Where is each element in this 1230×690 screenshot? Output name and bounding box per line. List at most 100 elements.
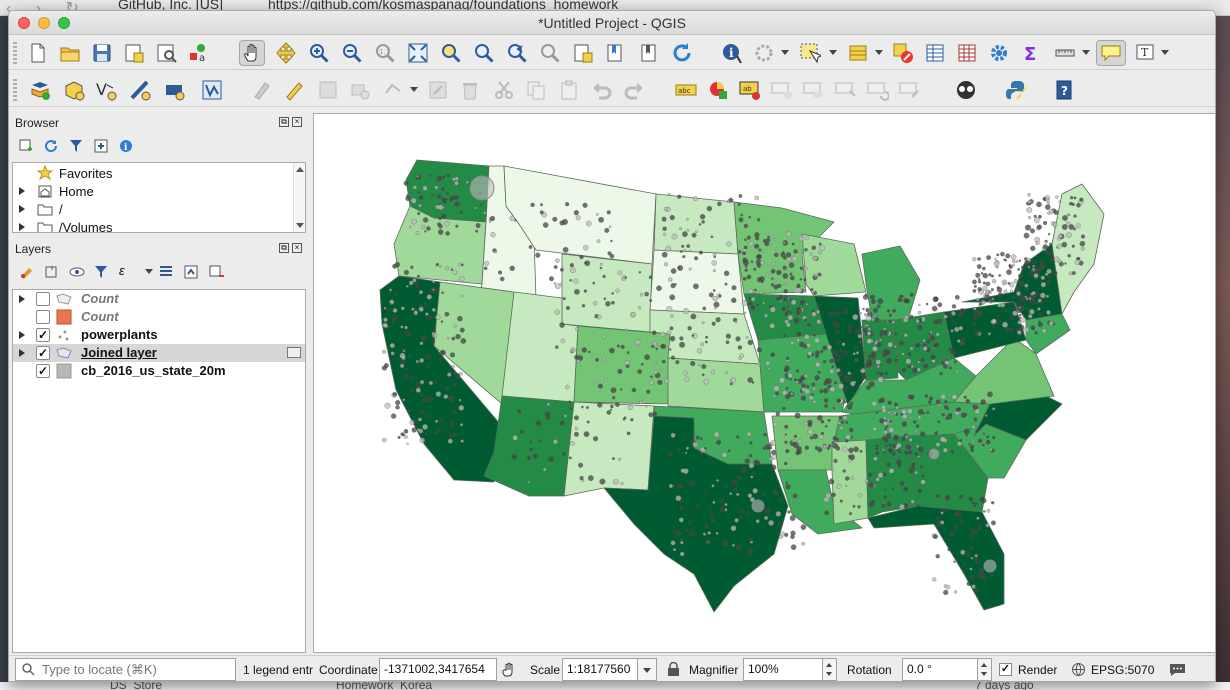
layer-row-count-group[interactable]: Count	[13, 290, 305, 308]
close-panel-icon[interactable]: ×	[292, 117, 302, 127]
browser-item-favorites[interactable]: Favorites	[13, 164, 305, 182]
chevron-down-icon[interactable]	[1161, 50, 1169, 55]
filter-expression-icon[interactable]: ε	[119, 263, 125, 278]
coordinate-field[interactable]: -1371002,3417654	[379, 658, 497, 681]
save-edits-icon[interactable]	[315, 77, 341, 103]
style-manager-icon[interactable]: a	[185, 40, 211, 66]
rotation-field[interactable]: 0.0 °	[902, 658, 978, 681]
crs-label[interactable]: EPSG:5070	[1091, 663, 1154, 677]
settings-icon[interactable]	[986, 40, 1012, 66]
map-canvas[interactable]	[313, 113, 1215, 653]
zoom-next-icon[interactable]	[537, 40, 563, 66]
save-as-icon[interactable]	[121, 40, 147, 66]
pin-label-icon[interactable]	[769, 77, 795, 103]
magnifier-field[interactable]: 100%	[743, 658, 823, 681]
field-calculator-icon[interactable]	[954, 40, 980, 66]
digitize-icon[interactable]	[199, 77, 225, 103]
new-shapefile-icon[interactable]: V	[93, 77, 119, 103]
globe-crs-icon[interactable]	[1071, 662, 1086, 680]
expand-arrow-icon[interactable]	[19, 187, 25, 195]
zoom-layer-icon[interactable]	[471, 40, 497, 66]
measure-icon[interactable]	[1052, 40, 1078, 66]
layer-row-powerplants[interactable]: ✓ powerplants	[13, 326, 305, 344]
new-project-icon[interactable]	[25, 40, 51, 66]
run-action-icon[interactable]	[751, 40, 777, 66]
label-toolbar-icon[interactable]: abc	[673, 77, 699, 103]
toolbar-grip[interactable]	[13, 42, 17, 64]
chevron-down-icon[interactable]	[410, 87, 418, 92]
attribute-table-icon[interactable]	[845, 40, 871, 66]
new-spatialite-icon[interactable]	[127, 77, 153, 103]
lock-scale-icon[interactable]	[667, 661, 680, 680]
chevron-down-icon[interactable]	[829, 50, 837, 55]
close-window-button[interactable]	[18, 17, 30, 29]
chevron-down-icon[interactable]	[781, 50, 789, 55]
browser-scrollbar[interactable]	[293, 163, 305, 232]
magnifier-spinner[interactable]	[823, 658, 837, 681]
data-source-manager-icon[interactable]	[27, 77, 53, 103]
messages-icon[interactable]	[1169, 662, 1186, 680]
new-geopackage-icon[interactable]	[61, 77, 87, 103]
chevron-down-icon[interactable]	[875, 50, 883, 55]
show-bookmarks-icon[interactable]	[603, 40, 629, 66]
zoom-out-icon[interactable]	[339, 40, 365, 66]
float-panel-icon[interactable]: ⧉	[279, 243, 289, 253]
float-panel-icon[interactable]: ⧉	[279, 117, 289, 127]
layer-visibility-checkbox[interactable]: ✓	[36, 346, 50, 360]
identify-icon[interactable]: i	[719, 40, 745, 66]
save-project-icon[interactable]	[89, 40, 115, 66]
paste-features-icon[interactable]	[556, 77, 582, 103]
pan-icon[interactable]	[239, 40, 265, 66]
expand-arrow-icon[interactable]	[19, 205, 25, 213]
current-edits-icon[interactable]	[249, 77, 275, 103]
expand-arrow-icon[interactable]	[19, 349, 25, 357]
toggle-editing-icon[interactable]	[281, 77, 307, 103]
toolbar-grip[interactable]	[13, 79, 17, 101]
zoom-native-icon[interactable]: 1:1	[372, 40, 398, 66]
add-selected-icon[interactable]	[19, 139, 33, 153]
plugin-manager-icon[interactable]	[953, 77, 979, 103]
collapse-all-icon[interactable]	[184, 265, 198, 282]
refresh-icon[interactable]	[669, 40, 695, 66]
text-annotation-icon[interactable]: T	[1132, 40, 1158, 66]
render-checkbox[interactable]: ✓	[999, 663, 1012, 676]
change-label-icon[interactable]	[897, 77, 923, 103]
pan-to-selection-icon[interactable]	[273, 40, 299, 66]
browser-item-home[interactable]: Home	[13, 182, 305, 200]
browser-item-volumes[interactable]: /Volumes	[13, 218, 305, 232]
layer-visibility-checkbox[interactable]: ✓	[36, 328, 50, 342]
info-icon[interactable]: i	[119, 139, 133, 153]
undo-icon[interactable]	[589, 77, 615, 103]
map-tips-icon[interactable]	[1096, 40, 1126, 66]
style-panel-icon[interactable]	[19, 265, 35, 282]
layer-visibility-checkbox[interactable]	[36, 310, 50, 324]
open-project-icon[interactable]	[57, 40, 83, 66]
show-bookmarks-icon[interactable]	[636, 40, 662, 66]
cut-features-icon[interactable]	[491, 77, 517, 103]
locator-input[interactable]	[42, 661, 232, 678]
locator-box[interactable]	[15, 658, 236, 681]
show-hide-labels-icon[interactable]	[801, 77, 827, 103]
deselect-icon[interactable]	[890, 40, 916, 66]
minimize-window-button[interactable]	[38, 17, 50, 29]
redo-icon[interactable]	[621, 77, 647, 103]
modify-attributes-icon[interactable]	[425, 77, 451, 103]
add-group-icon[interactable]	[44, 265, 60, 282]
refresh-browser-icon[interactable]	[44, 139, 58, 153]
help-icon[interactable]: ?	[1051, 77, 1077, 103]
layer-row-joined-layer[interactable]: ✓ Joined layer	[13, 344, 305, 362]
move-label-icon[interactable]	[833, 77, 859, 103]
manage-visibility-icon[interactable]	[69, 265, 85, 282]
zoom-in-icon[interactable]	[306, 40, 332, 66]
mouse-coordinate-toggle-icon[interactable]	[501, 662, 517, 681]
add-feature-icon[interactable]	[347, 77, 373, 103]
layer-indicator-icon[interactable]	[287, 347, 301, 358]
zoom-full-icon[interactable]	[405, 40, 431, 66]
zoom-last-icon[interactable]	[504, 40, 530, 66]
copy-features-icon[interactable]	[523, 77, 549, 103]
browser-item-root[interactable]: /	[13, 200, 305, 218]
zoom-selection-icon[interactable]	[438, 40, 464, 66]
open-table-icon[interactable]	[922, 40, 948, 66]
maximize-window-button[interactable]	[58, 17, 70, 29]
scale-combobox[interactable]: 1:18177560	[562, 658, 638, 681]
